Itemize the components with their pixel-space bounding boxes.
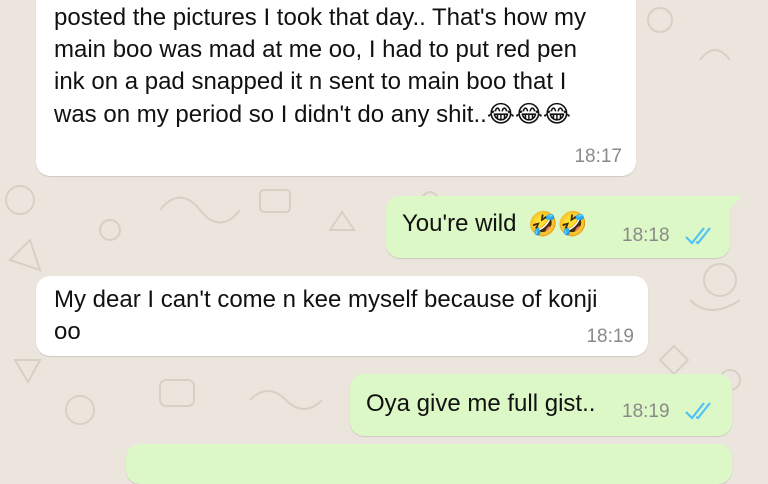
laughing-emoji: 😂😂😂 [486,100,571,128]
message-text: Oya give me full gist.. [366,390,596,417]
message-timestamp: 18:18 [622,225,670,246]
message-timestamp: 18:19 [622,401,670,422]
message-timestamp: 18:19 [586,326,634,347]
double-check-icon [685,227,711,245]
incoming-message-bubble[interactable]: My dear I can't come n kee myself becaus… [36,276,648,356]
message-timestamp: 18:17 [574,146,622,167]
outgoing-message-bubble-partial[interactable] [126,444,732,484]
double-check-icon [685,402,711,420]
outgoing-message-bubble[interactable]: Oya give me full gist.. 18:19 [350,374,732,436]
outgoing-message-bubble[interactable]: You're wild 🤣🤣 18:18 [386,196,730,258]
bubble-tail [728,196,742,210]
message-text: You're wild [402,210,517,237]
incoming-message-bubble[interactable]: posted the pictures I took that day.. Th… [36,0,636,176]
rofl-emoji: 🤣🤣 [528,210,588,238]
message-text: My dear I can't come n kee myself becaus… [54,286,598,345]
